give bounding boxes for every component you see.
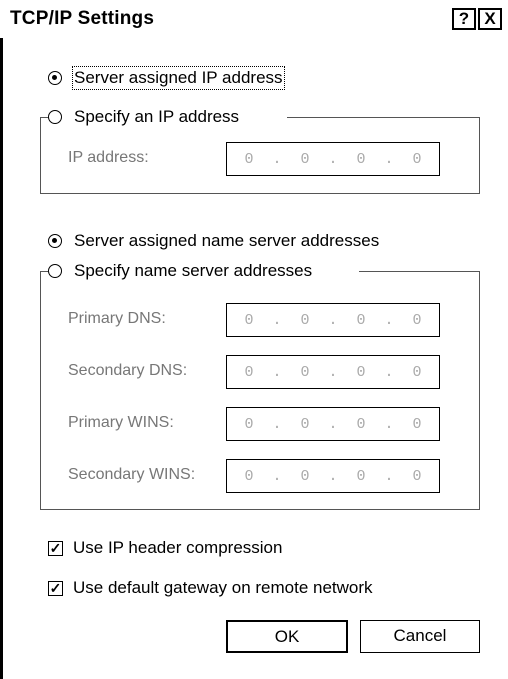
ip-header-compression-label: Use IP header compression <box>73 538 283 557</box>
radio-checked-icon[interactable] <box>48 71 62 85</box>
radio-unchecked-icon[interactable] <box>48 264 62 278</box>
primary-wins-field[interactable]: 0.0.0.0 <box>226 407 440 441</box>
secondary-dns-label: Secondary DNS: <box>68 362 188 379</box>
specify-dns-option[interactable]: Specify name server addresses <box>48 259 317 283</box>
close-button[interactable]: X <box>478 8 502 30</box>
ip-address-field[interactable]: 0.0.0.0 <box>226 142 440 176</box>
default-gateway-option[interactable]: ✓ Use default gateway on remote network <box>48 576 373 600</box>
ip-address-label: IP address: <box>68 149 149 166</box>
secondary-wins-field[interactable]: 0.0.0.0 <box>226 459 440 493</box>
window-border <box>0 38 3 679</box>
primary-wins-label: Primary WINS: <box>68 414 174 431</box>
server-assigned-ip-label: Server assigned IP address <box>72 66 285 90</box>
radio-checked-icon[interactable] <box>48 234 62 248</box>
default-gateway-label: Use default gateway on remote network <box>73 578 373 597</box>
primary-dns-field[interactable]: 0.0.0.0 <box>226 303 440 337</box>
secondary-wins-label: Secondary WINS: <box>68 466 196 483</box>
dialog-title: TCP/IP Settings <box>10 8 155 29</box>
server-assigned-ip-option[interactable]: Server assigned IP address <box>48 66 285 90</box>
checkmark-icon[interactable]: ✓ <box>48 580 63 596</box>
help-button[interactable]: ? <box>452 8 476 30</box>
specify-ip-option[interactable]: Specify an IP address <box>48 105 244 129</box>
ok-button[interactable]: OK <box>226 620 348 653</box>
cancel-button[interactable]: Cancel <box>360 620 480 653</box>
server-assigned-dns-label: Server assigned name server addresses <box>74 231 380 250</box>
radio-unchecked-icon[interactable] <box>48 110 62 124</box>
ip-header-compression-option[interactable]: ✓ Use IP header compression <box>48 536 282 560</box>
server-assigned-dns-option[interactable]: Server assigned name server addresses <box>48 229 379 253</box>
primary-dns-label: Primary DNS: <box>68 310 166 327</box>
specify-dns-label: Specify name server addresses <box>74 261 313 280</box>
title-bar: TCP/IP Settings ? X <box>0 0 508 38</box>
checkmark-icon[interactable]: ✓ <box>48 540 63 556</box>
specify-ip-label: Specify an IP address <box>74 107 240 126</box>
secondary-dns-field[interactable]: 0.0.0.0 <box>226 355 440 389</box>
